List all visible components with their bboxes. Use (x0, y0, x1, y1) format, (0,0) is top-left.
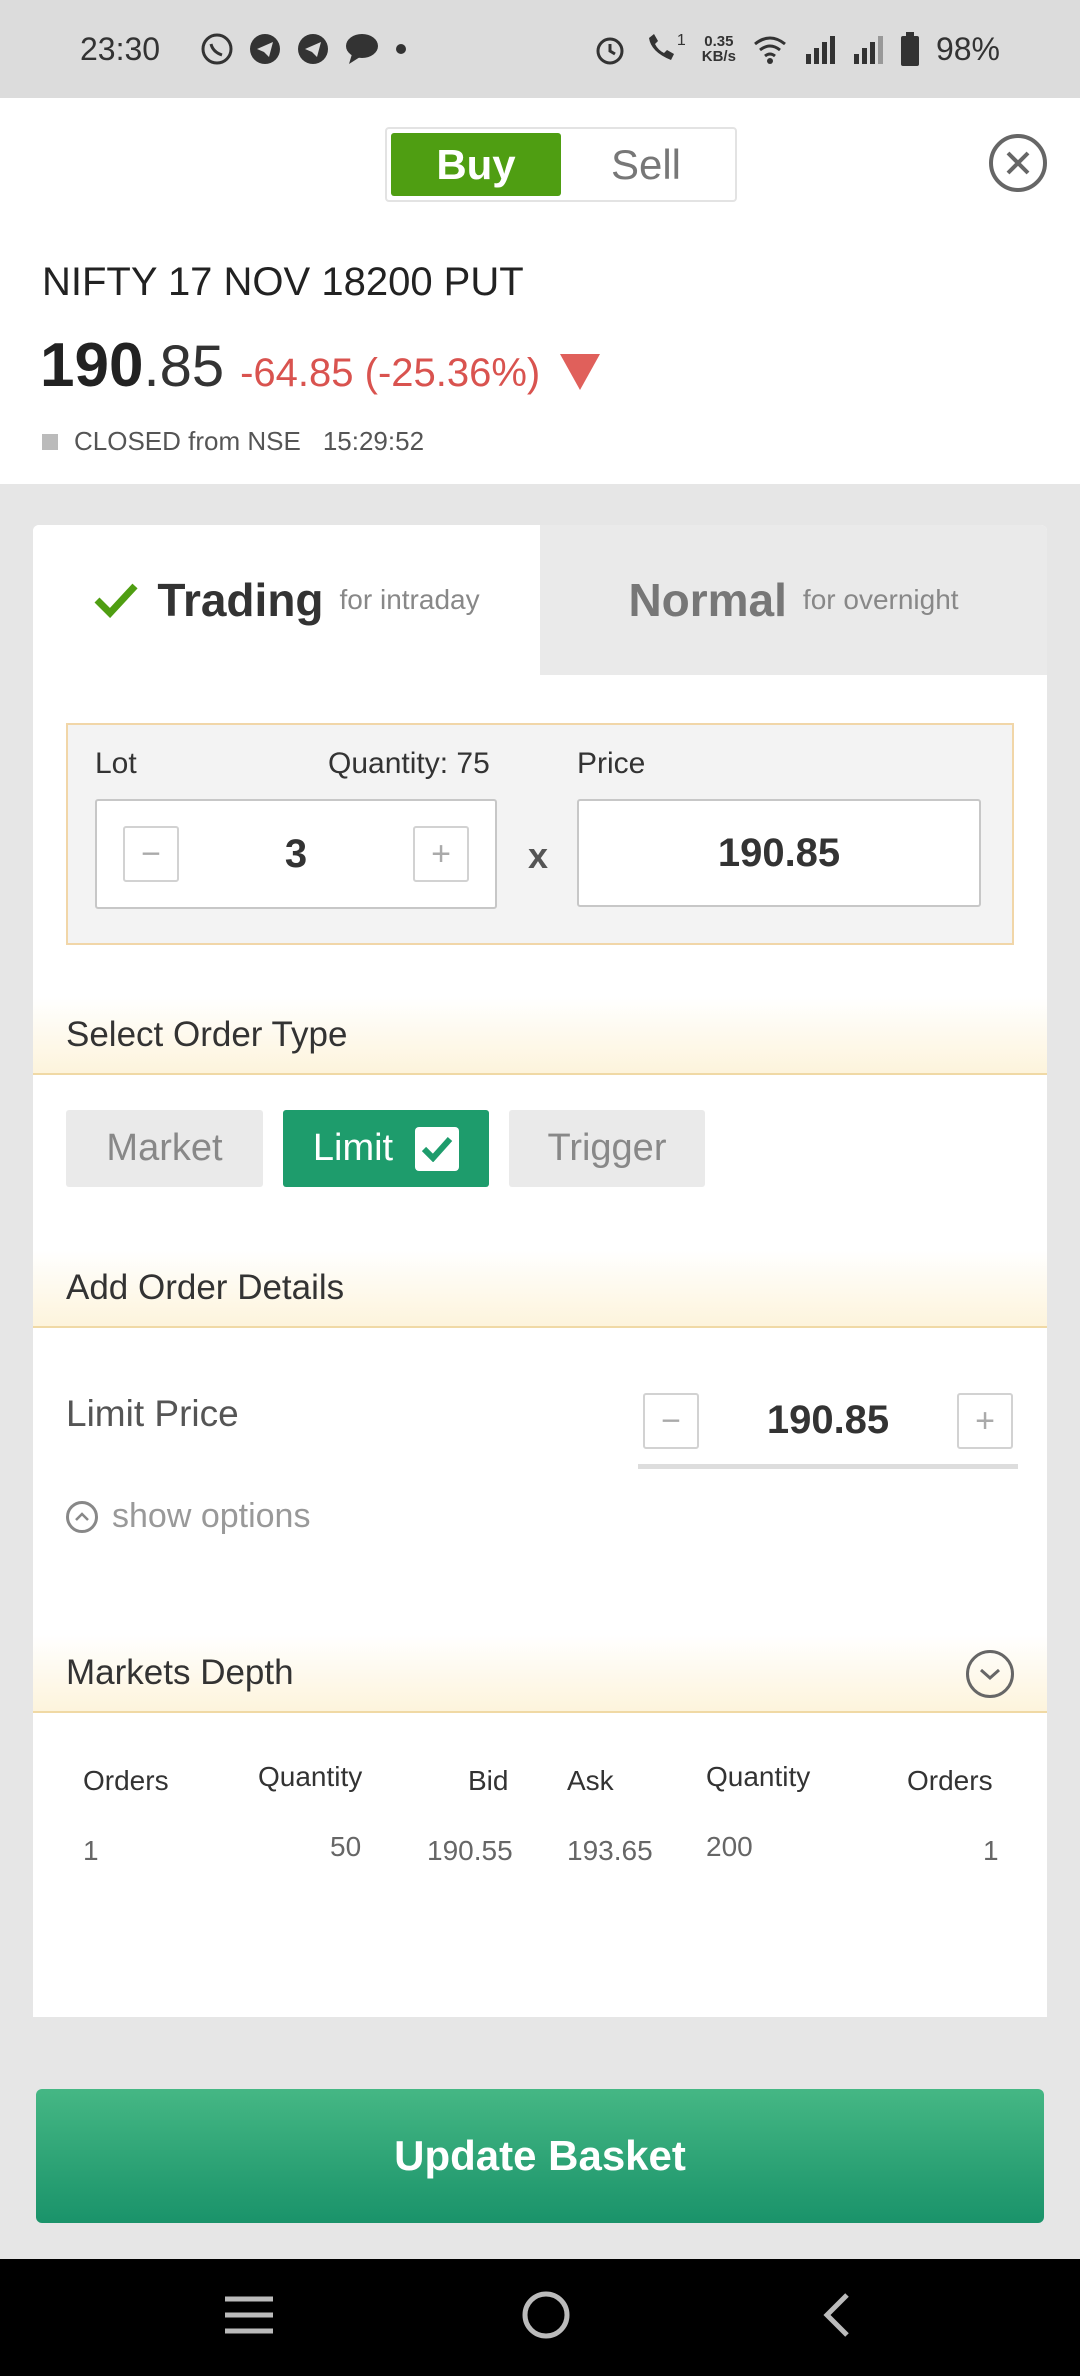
close-icon (1006, 151, 1030, 175)
market-order-label: Market (106, 1127, 223, 1169)
limit-price-increment-button[interactable]: + (957, 1393, 1013, 1449)
telegram-icon (248, 32, 282, 66)
depth-header-sell-orders: Orders (907, 1765, 993, 1796)
product-tabs: Trading for intraday Normal for overnigh… (33, 525, 1047, 675)
order-details-title: Add Order Details (66, 1268, 345, 1307)
price-decimal: .85 (143, 334, 225, 399)
status-bar: 23:30 1 0.35 KB/s 98% (0, 0, 1080, 98)
check-icon (94, 583, 138, 618)
chevron-up-icon (66, 1500, 98, 1533)
limit-order-button[interactable]: Limit (283, 1110, 489, 1187)
lot-label: Lot (95, 747, 137, 780)
limit-order-label: Limit (312, 1127, 394, 1169)
telegram-icon (296, 32, 330, 66)
wifi-call-icon: 1 (643, 32, 686, 66)
market-state: CLOSED from NSE (74, 426, 301, 456)
dot-icon (394, 42, 408, 56)
depth-header-bid-quantity: Quantity (258, 1761, 363, 1792)
tab-trading-label: Trading (157, 574, 324, 626)
price-input[interactable]: 190.85 (577, 799, 981, 907)
tab-normal-label: Normal (628, 574, 787, 626)
depth-header-bid: Bid (468, 1765, 509, 1796)
tab-normal-sub: for overnight (802, 584, 959, 615)
wifi-icon (752, 34, 788, 64)
update-basket-button[interactable]: Update Basket (36, 2089, 1044, 2223)
tab-normal[interactable]: Normal for overnight (540, 525, 1047, 675)
quantity-label: Quantity: 75 (328, 747, 490, 780)
menu-icon[interactable] (223, 2295, 275, 2340)
market-depth-section-header[interactable]: Markets Depth (33, 1635, 1047, 1713)
chevron-down-icon[interactable] (966, 1650, 1014, 1698)
depth-bid-quantity: 50 (330, 1831, 362, 1862)
limit-price-label: Limit Price (66, 1393, 239, 1434)
back-icon[interactable] (817, 2291, 857, 2344)
limit-price-stepper: − 190.85 + (638, 1385, 1018, 1469)
market-order-button[interactable]: Market (66, 1110, 263, 1187)
show-options-label: show options (112, 1497, 311, 1535)
market-depth-title: Markets Depth (66, 1653, 294, 1692)
battery-level: 98% (935, 30, 1000, 67)
order-header: Buy Sell NIFTY 17 NOV 18200 PUT 190 .85 … (0, 98, 1080, 484)
signal-icon (852, 34, 884, 64)
signal-icon (804, 34, 836, 64)
limit-price-input[interactable]: 190.85 (708, 1385, 948, 1455)
show-options-link[interactable]: show options (66, 1497, 310, 1536)
tab-trading-sub: for intraday (339, 584, 480, 615)
home-icon[interactable] (520, 2289, 572, 2346)
lot-stepper: − 3 + (95, 799, 497, 909)
market-status: CLOSED from NSE 15:29:52 (42, 426, 424, 457)
order-details-section-header: Add Order Details (33, 1250, 1047, 1328)
notification-icons (200, 32, 408, 66)
close-button[interactable] (989, 134, 1047, 192)
depth-header-buy-orders: Orders (83, 1765, 169, 1796)
instrument-symbol: NIFTY 17 NOV 18200 PUT (42, 260, 524, 304)
checkbox-checked-icon (415, 1126, 460, 1171)
lot-decrement-button[interactable]: − (123, 826, 179, 882)
order-type-title: Select Order Type (66, 1015, 348, 1054)
quantity-price-box: Lot Quantity: 75 Price − 3 + x 190.85 (66, 723, 1014, 945)
alarm-icon (593, 32, 627, 66)
depth-header-ask: Ask (567, 1765, 614, 1796)
net-speed-unit: KB/s (701, 48, 736, 65)
price-integer: 190 (40, 331, 144, 400)
order-type-section-header: Select Order Type (33, 997, 1047, 1075)
multiply-sign: x (528, 835, 549, 876)
price-row: 190 .85 -64.85 (-25.36%) (40, 330, 601, 401)
net-speed: 0.35 KB/s (702, 34, 736, 64)
depth-ask-price: 193.65 (567, 1835, 653, 1866)
system-nav-bar (0, 2259, 1080, 2376)
depth-ask-quantity: 200 (706, 1831, 753, 1862)
tab-trading[interactable]: Trading for intraday (33, 525, 540, 675)
message-icon (344, 32, 380, 66)
depth-header-ask-quantity: Quantity (706, 1761, 811, 1792)
status-time: 23:30 (80, 30, 161, 67)
buy-sell-toggle: Buy Sell (385, 127, 737, 202)
order-type-options: Market Limit Trigger (66, 1110, 705, 1187)
limit-price-decrement-button[interactable]: − (643, 1393, 699, 1449)
lot-value[interactable]: 3 (197, 801, 395, 907)
trigger-order-button[interactable]: Trigger (509, 1110, 705, 1187)
trigger-order-label: Trigger (547, 1127, 667, 1169)
depth-bid-price: 190.55 (427, 1835, 513, 1866)
order-card: Trading for intraday Normal for overnigh… (33, 525, 1047, 2017)
buy-button[interactable]: Buy (391, 133, 561, 196)
battery-icon (900, 32, 920, 66)
depth-buy-orders: 1 (83, 1835, 99, 1866)
price-change: -64.85 (-25.36%) (240, 351, 541, 395)
sell-button[interactable]: Sell (561, 133, 731, 196)
market-time: 15:29:52 (322, 426, 425, 456)
status-square-icon (42, 433, 58, 450)
lot-increment-button[interactable]: + (413, 826, 469, 882)
system-icons: 1 0.35 KB/s 98% (593, 31, 1000, 68)
depth-sell-orders: 1 (983, 1835, 999, 1866)
price-label: Price (577, 747, 646, 780)
call-badge: 1 (676, 32, 686, 49)
down-arrow-icon (560, 354, 601, 390)
whatsapp-icon (200, 32, 234, 66)
